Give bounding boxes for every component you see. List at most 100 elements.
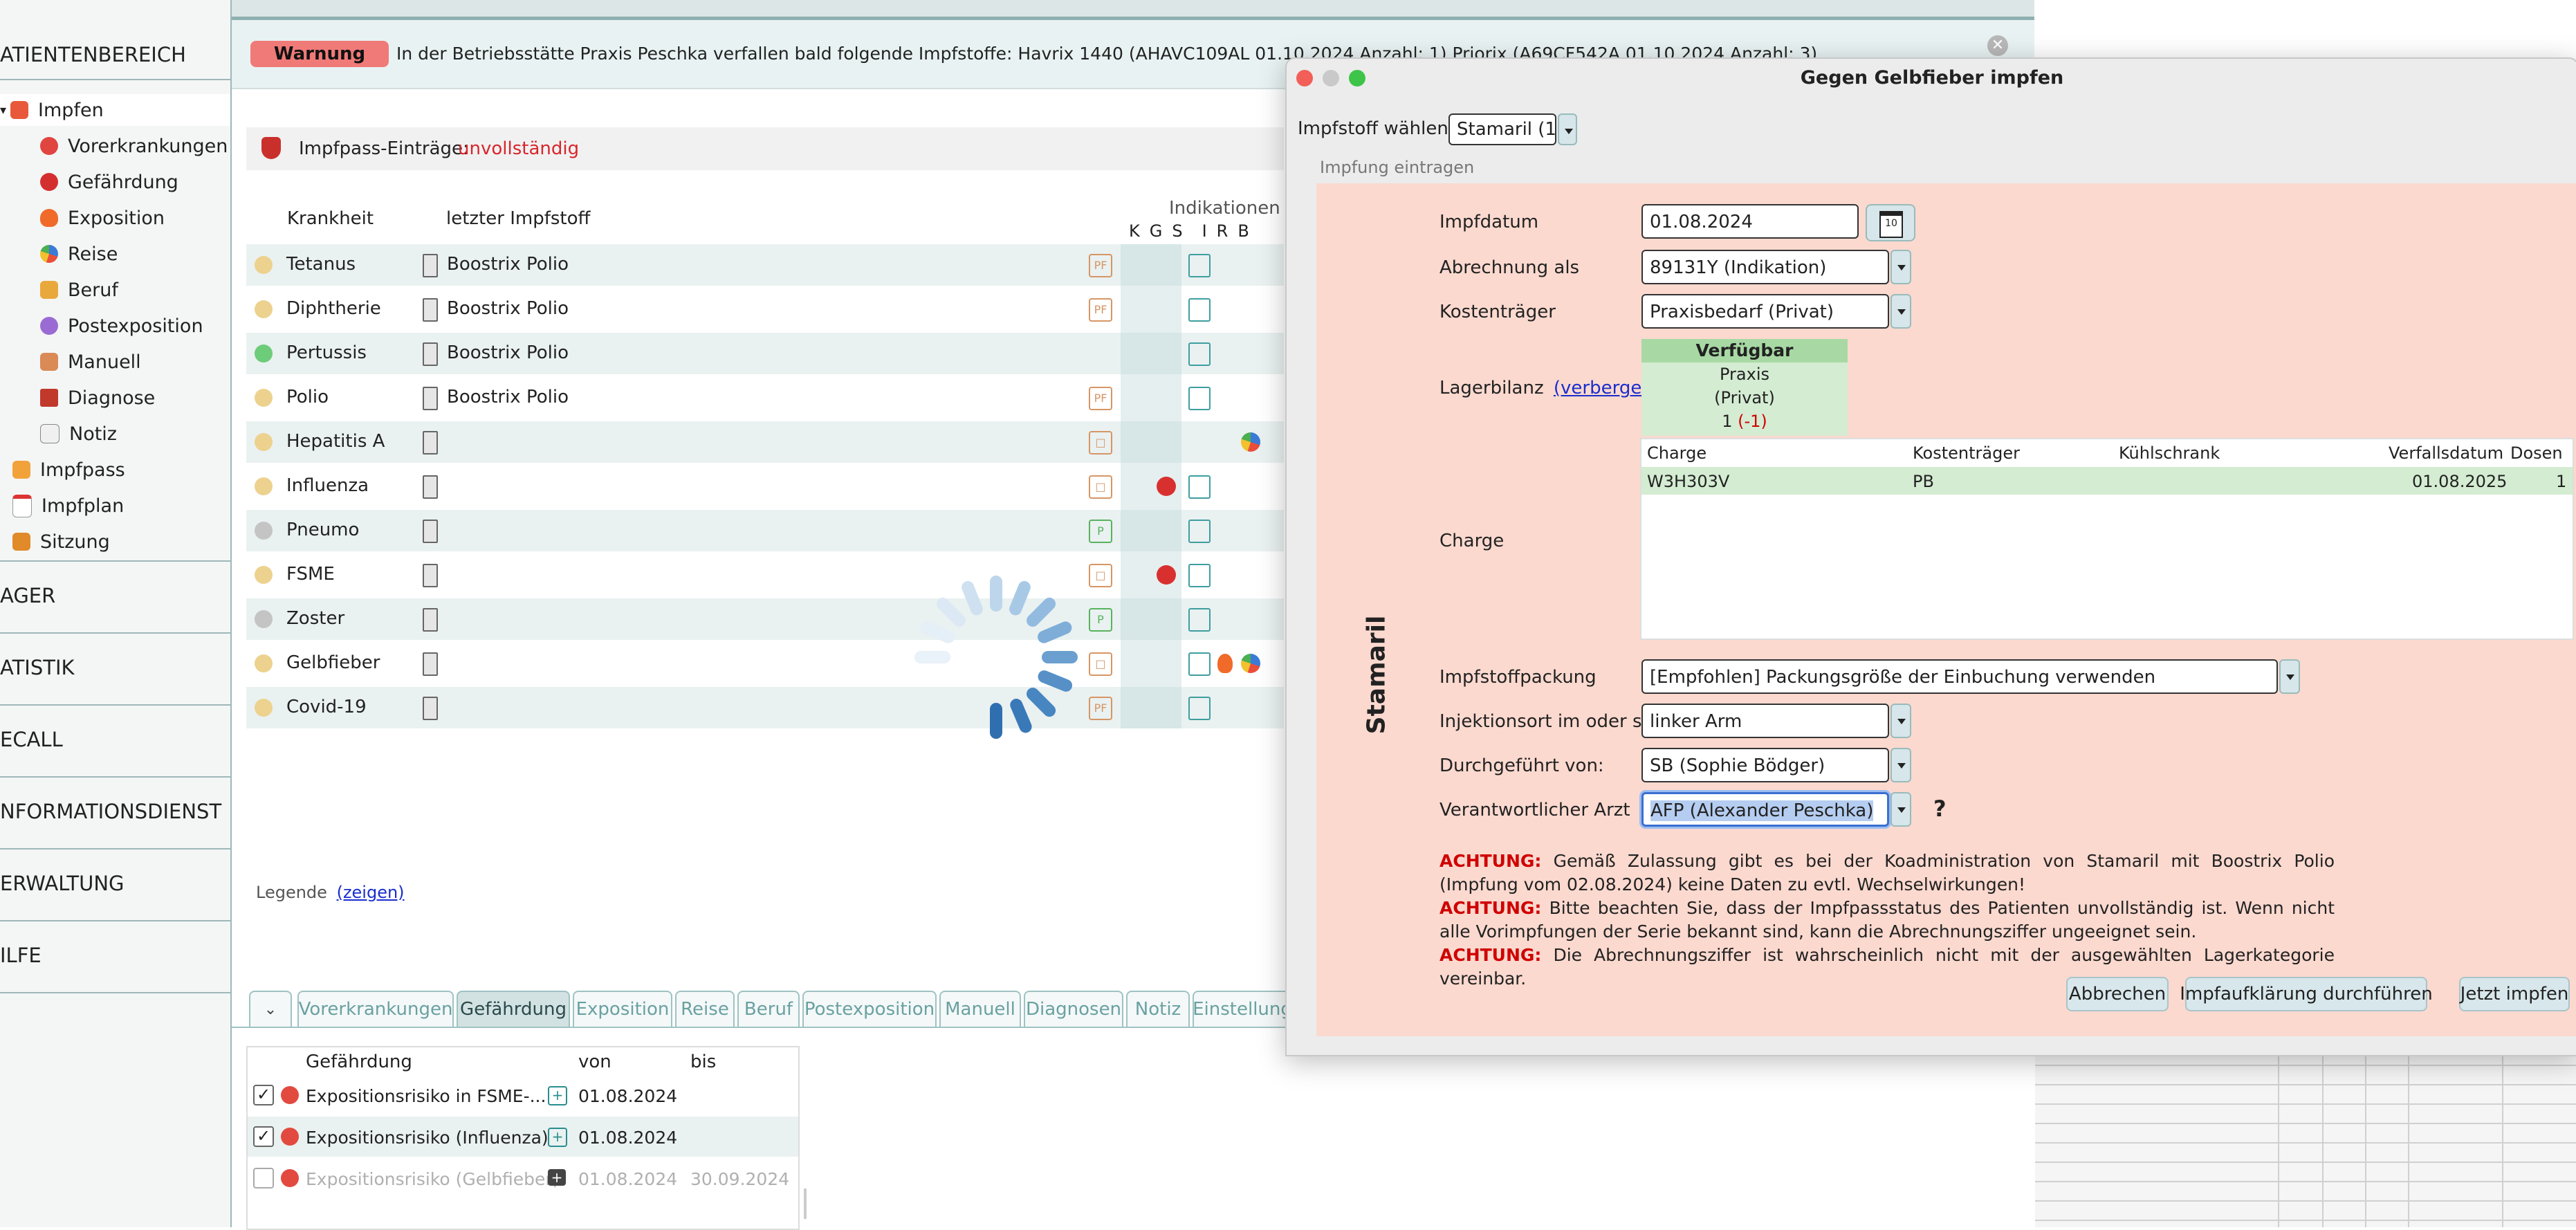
row-checkbox[interactable]: ✓ [253,1085,274,1105]
sidebar-section-informationsdienst[interactable]: NFORMATIONSDIENST [0,800,230,823]
table-row[interactable]: W3H303V PB 01.08.2025 1 [1641,467,2573,495]
tab-gefaehrdung[interactable]: Gefährdung [457,991,570,1028]
tab-notiz[interactable]: Notiz [1126,991,1190,1028]
tab-einstellung[interactable]: Einstellung [1193,991,1292,1028]
section-label: Impfung eintragen [1320,158,1475,177]
passport-flag-icon[interactable]: □ [1089,475,1112,499]
kosten-select[interactable]: Praxisbedarf (Privat) [1641,294,1889,329]
sidebar-item-impfplan[interactable]: Impfplan [12,490,124,522]
syringe-box-icon[interactable] [1188,608,1211,632]
chevron-down-icon[interactable] [1890,704,1911,738]
syringe-box-icon[interactable] [1188,342,1211,366]
sidebar-item-postexposition[interactable]: Postexposition [40,310,203,342]
sidebar-item-reise[interactable]: Reise [40,238,118,270]
verfuegbar-location: Praxis [1720,365,1769,384]
syringe-box-icon[interactable] [1188,520,1211,543]
impfdatum-field[interactable]: 01.08.2024 [1641,204,1859,239]
sidebar-item-beruf[interactable]: Beruf [40,274,118,306]
tab-manuell[interactable]: Manuell [939,991,1021,1028]
sidebar-item-label: Gefährdung [68,171,178,193]
impfpass-label: Impfpass-Einträge: [299,138,469,159]
passport-flag-icon[interactable]: P [1089,520,1112,543]
chevron-down-icon[interactable] [1558,113,1577,145]
abrechnung-select[interactable]: 89131Y (Indikation) [1641,250,1889,284]
indikationen-letters: K G S I R B [1129,221,1288,241]
chevron-down-icon[interactable] [1890,250,1911,284]
passport-flag-icon[interactable]: PF [1089,697,1112,720]
injektion-select[interactable]: linker Arm [1641,704,1889,738]
globe-icon [1241,432,1260,452]
sidebar-item-impfen[interactable]: ▾ Impfen [0,94,230,126]
sidebar-section-lager[interactable]: AGER [0,584,230,607]
sidebar-item-impfpass[interactable]: Impfpass [12,454,125,486]
table-row[interactable]: ✓ Expositionsrisiko (Influenza) + 01.08.… [248,1117,798,1157]
table-row[interactable]: ✓ Expositionsrisiko in FSME-... + 01.08.… [248,1075,798,1115]
calendar-button[interactable]: 10 [1866,204,1915,241]
chevron-down-icon[interactable] [1890,792,1911,827]
syringe-box-icon[interactable] [1188,652,1211,676]
tabs-collapse-button[interactable]: ⌄ [249,991,292,1028]
passport-flag-icon[interactable]: PF [1089,387,1112,410]
tab-vorerkrankungen[interactable]: Vorerkrankungen [297,991,454,1028]
impfstoff-select[interactable]: Stamaril (1) [1448,113,1556,145]
chevron-down-icon[interactable] [1890,748,1911,782]
hand-icon [40,353,58,371]
close-icon[interactable]: ✕ [1987,35,2008,56]
tab-exposition[interactable]: Exposition [573,991,672,1028]
chevron-down-icon[interactable] [1890,294,1911,329]
help-icon[interactable]: ? [1933,796,1947,822]
chevron-down-icon[interactable] [2279,659,2300,694]
passport-flag-icon[interactable]: □ [1089,564,1112,587]
tab-diagnosen[interactable]: Diagnosen [1024,991,1123,1028]
cancel-button[interactable]: Abbrechen [2066,977,2169,1011]
sidebar-item-gefaehrdung[interactable]: Gefährdung [40,166,178,198]
syringe-box-icon[interactable] [1188,254,1211,277]
syringe-box-icon[interactable] [1188,298,1211,322]
row-checkbox[interactable]: ✓ [253,1126,274,1147]
scrollbar[interactable] [804,1188,807,1219]
packung-label: Impfstoffpackung [1439,667,1597,688]
passport-flag-icon[interactable]: □ [1089,431,1112,455]
add-icon[interactable]: + [548,1128,567,1147]
sidebar-item-label: Beruf [68,279,118,301]
syringe-box-icon[interactable] [1188,475,1211,499]
disease-name: Covid-19 [286,697,367,717]
sidebar-section-verwaltung[interactable]: ERWALTUNG [0,872,230,895]
sidebar-item-vorerkrankungen[interactable]: Vorerkrankungen [40,130,228,162]
passport-flag-icon[interactable]: PF [1089,254,1112,277]
syringe-box-icon[interactable] [1188,387,1211,410]
syringe-box-icon[interactable] [1188,564,1211,587]
column-header-kuehlschrank: Kühlschrank [2119,443,2220,463]
verfuegbar-count-delta: (-1) [1738,412,1767,431]
passport-flag-icon[interactable]: □ [1089,652,1112,676]
disease-name: Pneumo [286,520,360,540]
sidebar-item-manuell[interactable]: Manuell [40,346,141,378]
tab-postexposition[interactable]: Postexposition [802,991,937,1028]
add-icon[interactable]: + [548,1086,567,1105]
sidebar-section-hilfe[interactable]: ILFE [0,944,230,967]
sidebar-item-diagnose[interactable]: Diagnose [40,382,155,414]
syringe-box-icon[interactable] [1188,697,1211,720]
durchgefuehrt-select[interactable]: SB (Sophie Bödger) [1641,748,1889,782]
tab-beruf[interactable]: Beruf [737,991,800,1028]
vaccinate-now-button[interactable]: Jetzt impfen [2459,977,2570,1011]
sidebar-item-notiz[interactable]: Notiz [40,418,117,450]
passport-flag-icon[interactable]: PF [1089,298,1112,322]
legend-toggle-link[interactable]: (zeigen) [337,883,405,902]
disease-name: Pertussis [286,342,367,363]
sidebar-section-patientenbereich[interactable]: ATIENTENBEREICH [0,43,230,66]
arzt-select[interactable]: AFP (Alexander Peschka) [1641,792,1889,827]
globe-icon [1241,654,1260,673]
medkit-icon[interactable]: + [548,1169,566,1186]
sidebar-item-exposition[interactable]: Exposition [40,202,165,234]
sidebar-item-sitzung[interactable]: Sitzung [12,526,110,558]
row-checkbox[interactable] [253,1168,274,1188]
aufklaerung-button[interactable]: Impfaufklärung durchführen [2180,977,2433,1011]
passport-flag-icon[interactable]: P [1089,608,1112,632]
virus-icon [281,1086,299,1104]
tab-reise[interactable]: Reise [675,991,735,1028]
table-row[interactable]: Expositionsrisiko (Gelbfieber) + 01.08.2… [248,1158,798,1198]
packung-select[interactable]: [Empfohlen] Packungsgröße der Einbuchung… [1641,659,2278,694]
sidebar-section-statistik[interactable]: ATISTIK [0,656,230,679]
sidebar-section-recall[interactable]: ECALL [0,728,230,751]
